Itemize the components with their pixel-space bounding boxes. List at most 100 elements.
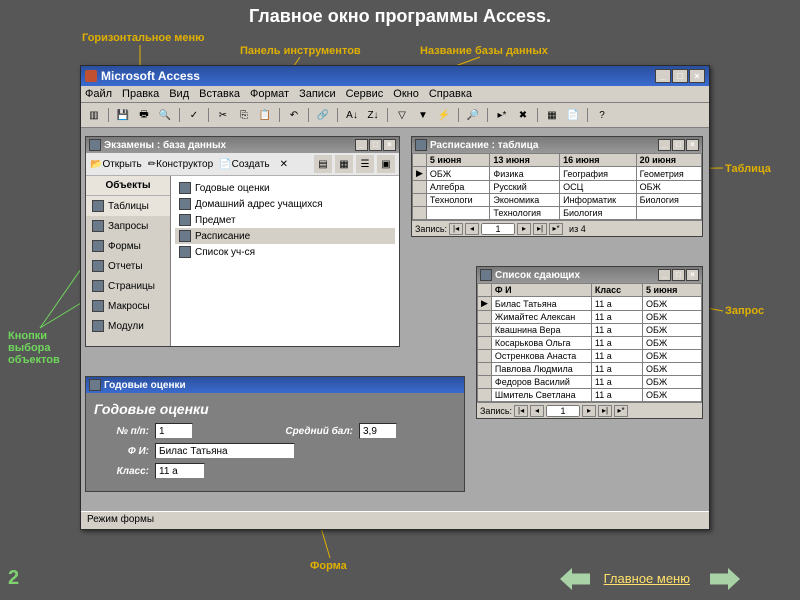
sidebar-item-modules[interactable]: Модули: [86, 316, 170, 336]
db-view3-icon[interactable]: ☰: [356, 155, 374, 173]
tool-view-icon[interactable]: ▥: [85, 106, 103, 124]
tool-save-icon[interactable]: 💾: [114, 106, 132, 124]
db-objects-header: Объекты: [86, 176, 170, 196]
db-view4-icon[interactable]: ▣: [377, 155, 395, 173]
nav-prev-button[interactable]: ◂: [530, 405, 544, 417]
nav-new-button[interactable]: ▸*: [614, 405, 628, 417]
field-num-input[interactable]: [155, 423, 193, 439]
schedule-table[interactable]: 5 июня 13 июня 16 июня 20 июня ▶ОБЖФизик…: [412, 153, 702, 220]
queries-icon: [92, 220, 104, 232]
tool-filter3-icon[interactable]: ⚡: [435, 106, 453, 124]
query-max-button[interactable]: □: [672, 269, 685, 281]
field-fio-input[interactable]: [155, 443, 295, 459]
nav-first-button[interactable]: |◂: [449, 223, 463, 235]
tool-cut-icon[interactable]: ✂: [214, 106, 232, 124]
students-table[interactable]: Ф ИКласс5 июня ▶Билас Татьяна11 аОБЖ Жим…: [477, 283, 702, 402]
next-slide-button[interactable]: [710, 568, 740, 590]
table-row[interactable]: Остренкова Анаста11 аОБЖ: [478, 350, 702, 363]
tool-delete-icon[interactable]: ✖: [514, 106, 532, 124]
tool-undo-icon[interactable]: ↶: [285, 106, 303, 124]
db-max-button[interactable]: □: [369, 139, 382, 151]
tool-obj-icon[interactable]: 📄: [564, 106, 582, 124]
close-button[interactable]: ×: [689, 69, 705, 83]
menu-records[interactable]: Записи: [299, 88, 336, 100]
list-item[interactable]: Список уч-ся: [175, 244, 395, 260]
list-item[interactable]: Предмет: [175, 212, 395, 228]
table-row[interactable]: ▶ОБЖФизикаГеографияГеометрия: [413, 167, 702, 181]
query-icon: [480, 269, 492, 281]
menu-tools[interactable]: Сервис: [346, 88, 384, 100]
tool-preview-icon[interactable]: 🔍: [156, 106, 174, 124]
table-row[interactable]: ▶Билас Татьяна11 аОБЖ: [478, 297, 702, 311]
db-title: Экзамены : база данных: [104, 140, 226, 151]
list-item[interactable]: Годовые оценки: [175, 180, 395, 196]
nav-new-button[interactable]: ▸*: [549, 223, 563, 235]
access-icon: [85, 70, 97, 82]
nav-last-button[interactable]: ▸|: [533, 223, 547, 235]
table-row[interactable]: Жимайтес Алексан11 аОБЖ: [478, 311, 702, 324]
forms-icon: [92, 240, 104, 252]
table-row[interactable]: Шмитель Светлана11 аОБЖ: [478, 389, 702, 402]
table-row[interactable]: ТехнологияБиология: [413, 207, 702, 220]
list-item[interactable]: Расписание: [175, 228, 395, 244]
table-row[interactable]: Федоров Василий11 аОБЖ: [478, 376, 702, 389]
list-item[interactable]: Домашний адрес учащихся: [175, 196, 395, 212]
tool-filter-icon[interactable]: ▽: [393, 106, 411, 124]
main-menu-link[interactable]: Главное меню: [604, 571, 690, 586]
tool-link-icon[interactable]: 🔗: [314, 106, 332, 124]
sidebar-item-forms[interactable]: Формы: [86, 236, 170, 256]
sidebar-item-queries[interactable]: Запросы: [86, 216, 170, 236]
table-close-button[interactable]: ×: [686, 139, 699, 151]
tool-spell-icon[interactable]: ✓: [185, 106, 203, 124]
db-min-button[interactable]: _: [355, 139, 368, 151]
record-number-input[interactable]: [481, 223, 515, 235]
minimize-button[interactable]: _: [655, 69, 671, 83]
nav-first-button[interactable]: |◂: [514, 405, 528, 417]
sidebar-item-pages[interactable]: Страницы: [86, 276, 170, 296]
table-row[interactable]: Павлова Людмила11 аОБЖ: [478, 363, 702, 376]
db-view2-icon[interactable]: ▦: [335, 155, 353, 173]
table-max-button[interactable]: □: [672, 139, 685, 151]
db-open-button[interactable]: 📂Открыть: [90, 159, 142, 170]
menu-insert[interactable]: Вставка: [199, 88, 240, 100]
prev-slide-button[interactable]: [560, 568, 590, 590]
query-close-button[interactable]: ×: [686, 269, 699, 281]
db-design-button[interactable]: ✏Конструктор: [148, 159, 213, 170]
table-row[interactable]: АлгебраРусскийОСЦОБЖ: [413, 181, 702, 194]
tool-help-icon[interactable]: ?: [593, 106, 611, 124]
query-min-button[interactable]: _: [658, 269, 671, 281]
db-close-button[interactable]: ×: [383, 139, 396, 151]
nav-prev-button[interactable]: ◂: [465, 223, 479, 235]
sidebar-item-tables[interactable]: Таблицы: [86, 196, 170, 216]
db-create-button[interactable]: 📄Создать: [219, 159, 269, 170]
menu-edit[interactable]: Правка: [122, 88, 159, 100]
maximize-button[interactable]: □: [672, 69, 688, 83]
nav-last-button[interactable]: ▸|: [598, 405, 612, 417]
nav-next-button[interactable]: ▸: [517, 223, 531, 235]
tool-sort-desc-icon[interactable]: Z↓: [364, 106, 382, 124]
menu-window[interactable]: Окно: [393, 88, 419, 100]
menu-help[interactable]: Справка: [429, 88, 472, 100]
menu-file[interactable]: Файл: [85, 88, 112, 100]
menu-view[interactable]: Вид: [169, 88, 189, 100]
tool-sort-asc-icon[interactable]: A↓: [343, 106, 361, 124]
sidebar-item-reports[interactable]: Отчеты: [86, 256, 170, 276]
table-row[interactable]: Косарькова Ольга11 аОБЖ: [478, 337, 702, 350]
nav-next-button[interactable]: ▸: [582, 405, 596, 417]
table-row[interactable]: ТехнологиЭкономикаИнформатикБиология: [413, 194, 702, 207]
tool-paste-icon[interactable]: 📋: [256, 106, 274, 124]
record-number-input[interactable]: [546, 405, 580, 417]
field-class-input[interactable]: [155, 463, 205, 479]
table-min-button[interactable]: _: [658, 139, 671, 151]
table-row[interactable]: Квашнина Вера11 аОБЖ: [478, 324, 702, 337]
tool-print-icon[interactable]: 🖶: [135, 106, 153, 124]
field-avg-input[interactable]: [359, 423, 397, 439]
tool-find-icon[interactable]: 🔎: [464, 106, 482, 124]
menu-format[interactable]: Формат: [250, 88, 289, 100]
tool-copy-icon[interactable]: ⎘: [235, 106, 253, 124]
tool-filter2-icon[interactable]: ▼: [414, 106, 432, 124]
tool-db-icon[interactable]: ▦: [543, 106, 561, 124]
db-view1-icon[interactable]: ▤: [314, 155, 332, 173]
sidebar-item-macros[interactable]: Макросы: [86, 296, 170, 316]
tool-new-icon[interactable]: ▸*: [493, 106, 511, 124]
